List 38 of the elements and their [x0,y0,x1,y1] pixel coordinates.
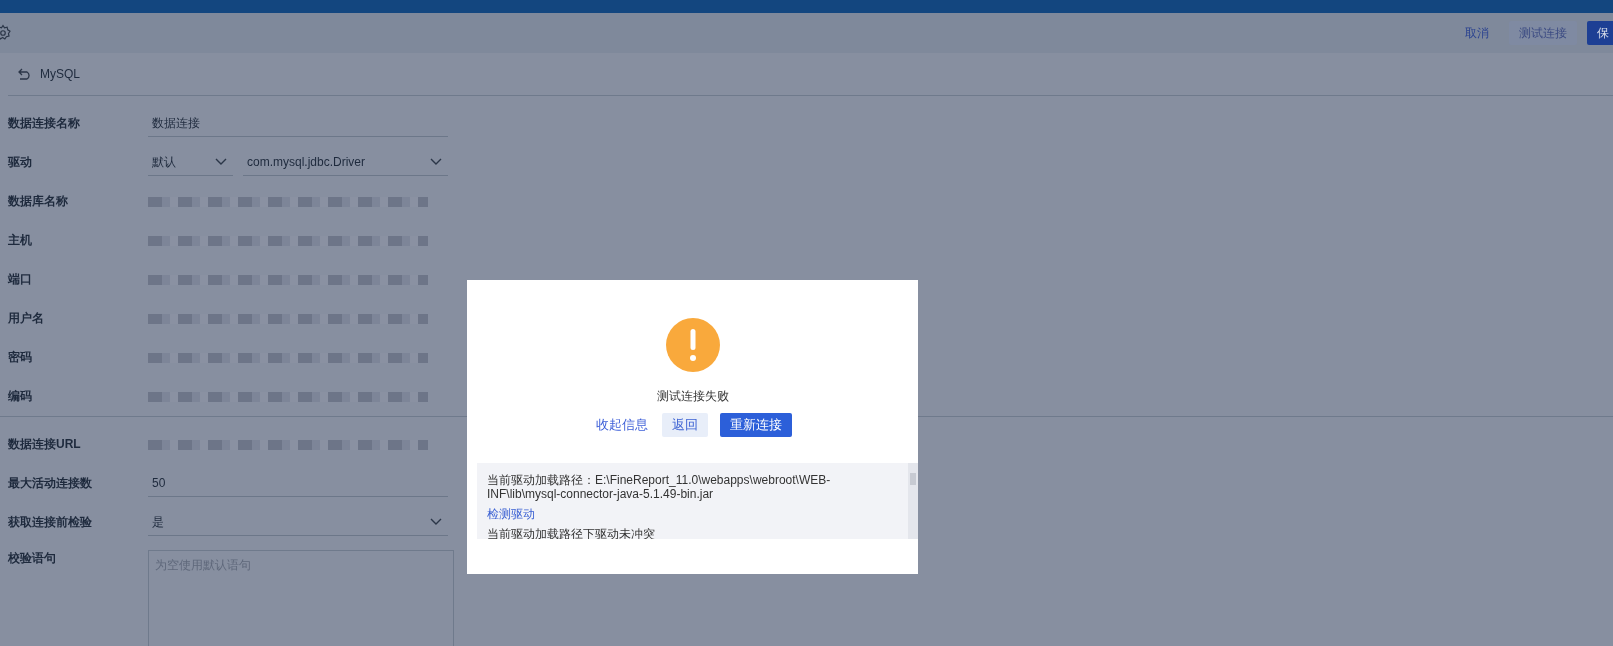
chevron-down-icon [215,158,227,166]
test-button[interactable]: 测试连接 [1509,21,1577,45]
field-label: 数据连接名称 [8,115,81,132]
save-button[interactable]: 保 [1587,21,1613,45]
field-label: 校验语句 [8,550,57,567]
chevron-down-icon [430,518,442,526]
field-label: 密码 [8,349,33,366]
scrollbar[interactable] [908,463,918,539]
detect-driver-link[interactable]: 检测驱动 [487,507,898,521]
details-text: 当前驱动加载路径下驱动未冲突 [487,527,656,539]
scroll-thumb[interactable] [910,473,916,485]
dialog-message: 测试连接失败 [656,388,729,405]
field-label: 用户名 [8,310,45,327]
field-label: 数据库名称 [8,193,69,210]
back-icon[interactable] [18,68,32,80]
details-text: 当前驱动加载路径：E:\FineReport_11.0\webapps\webroot\WEB-INF\lib\mysql-connector-java-5.1.49-bin.jar [487,473,832,501]
page-title: MySQL [40,67,80,81]
select-field[interactable]: 是 [148,509,448,536]
cancel-link[interactable]: 取消 [1455,21,1499,45]
select-value: 默认 [152,153,176,171]
select-field[interactable]: 默认 [148,149,233,176]
field-label: 驱动 [8,154,33,171]
warning-icon [665,318,720,372]
text-field[interactable]: 数据连接 [148,110,448,137]
field-label: 数据连接URL [8,436,82,453]
select-field[interactable]: com.mysql.jdbc.Driver [243,149,448,176]
select-value: com.mysql.jdbc.Driver [247,155,366,169]
chevron-down-icon [430,158,442,166]
collapse-link[interactable]: 收起信息 [593,413,650,437]
select-value: 是 [152,513,164,531]
field-label: 最大活动连接数 [8,475,93,492]
back-button[interactable]: 返回 [661,413,708,437]
field-label: 编码 [8,388,33,405]
field-label: 端口 [8,271,33,288]
reconnect-button[interactable]: 重新连接 [719,413,792,437]
field-label: 获取连接前检验 [8,514,93,531]
field-label: 主机 [8,232,33,249]
text-field[interactable]: 50 [148,470,448,497]
